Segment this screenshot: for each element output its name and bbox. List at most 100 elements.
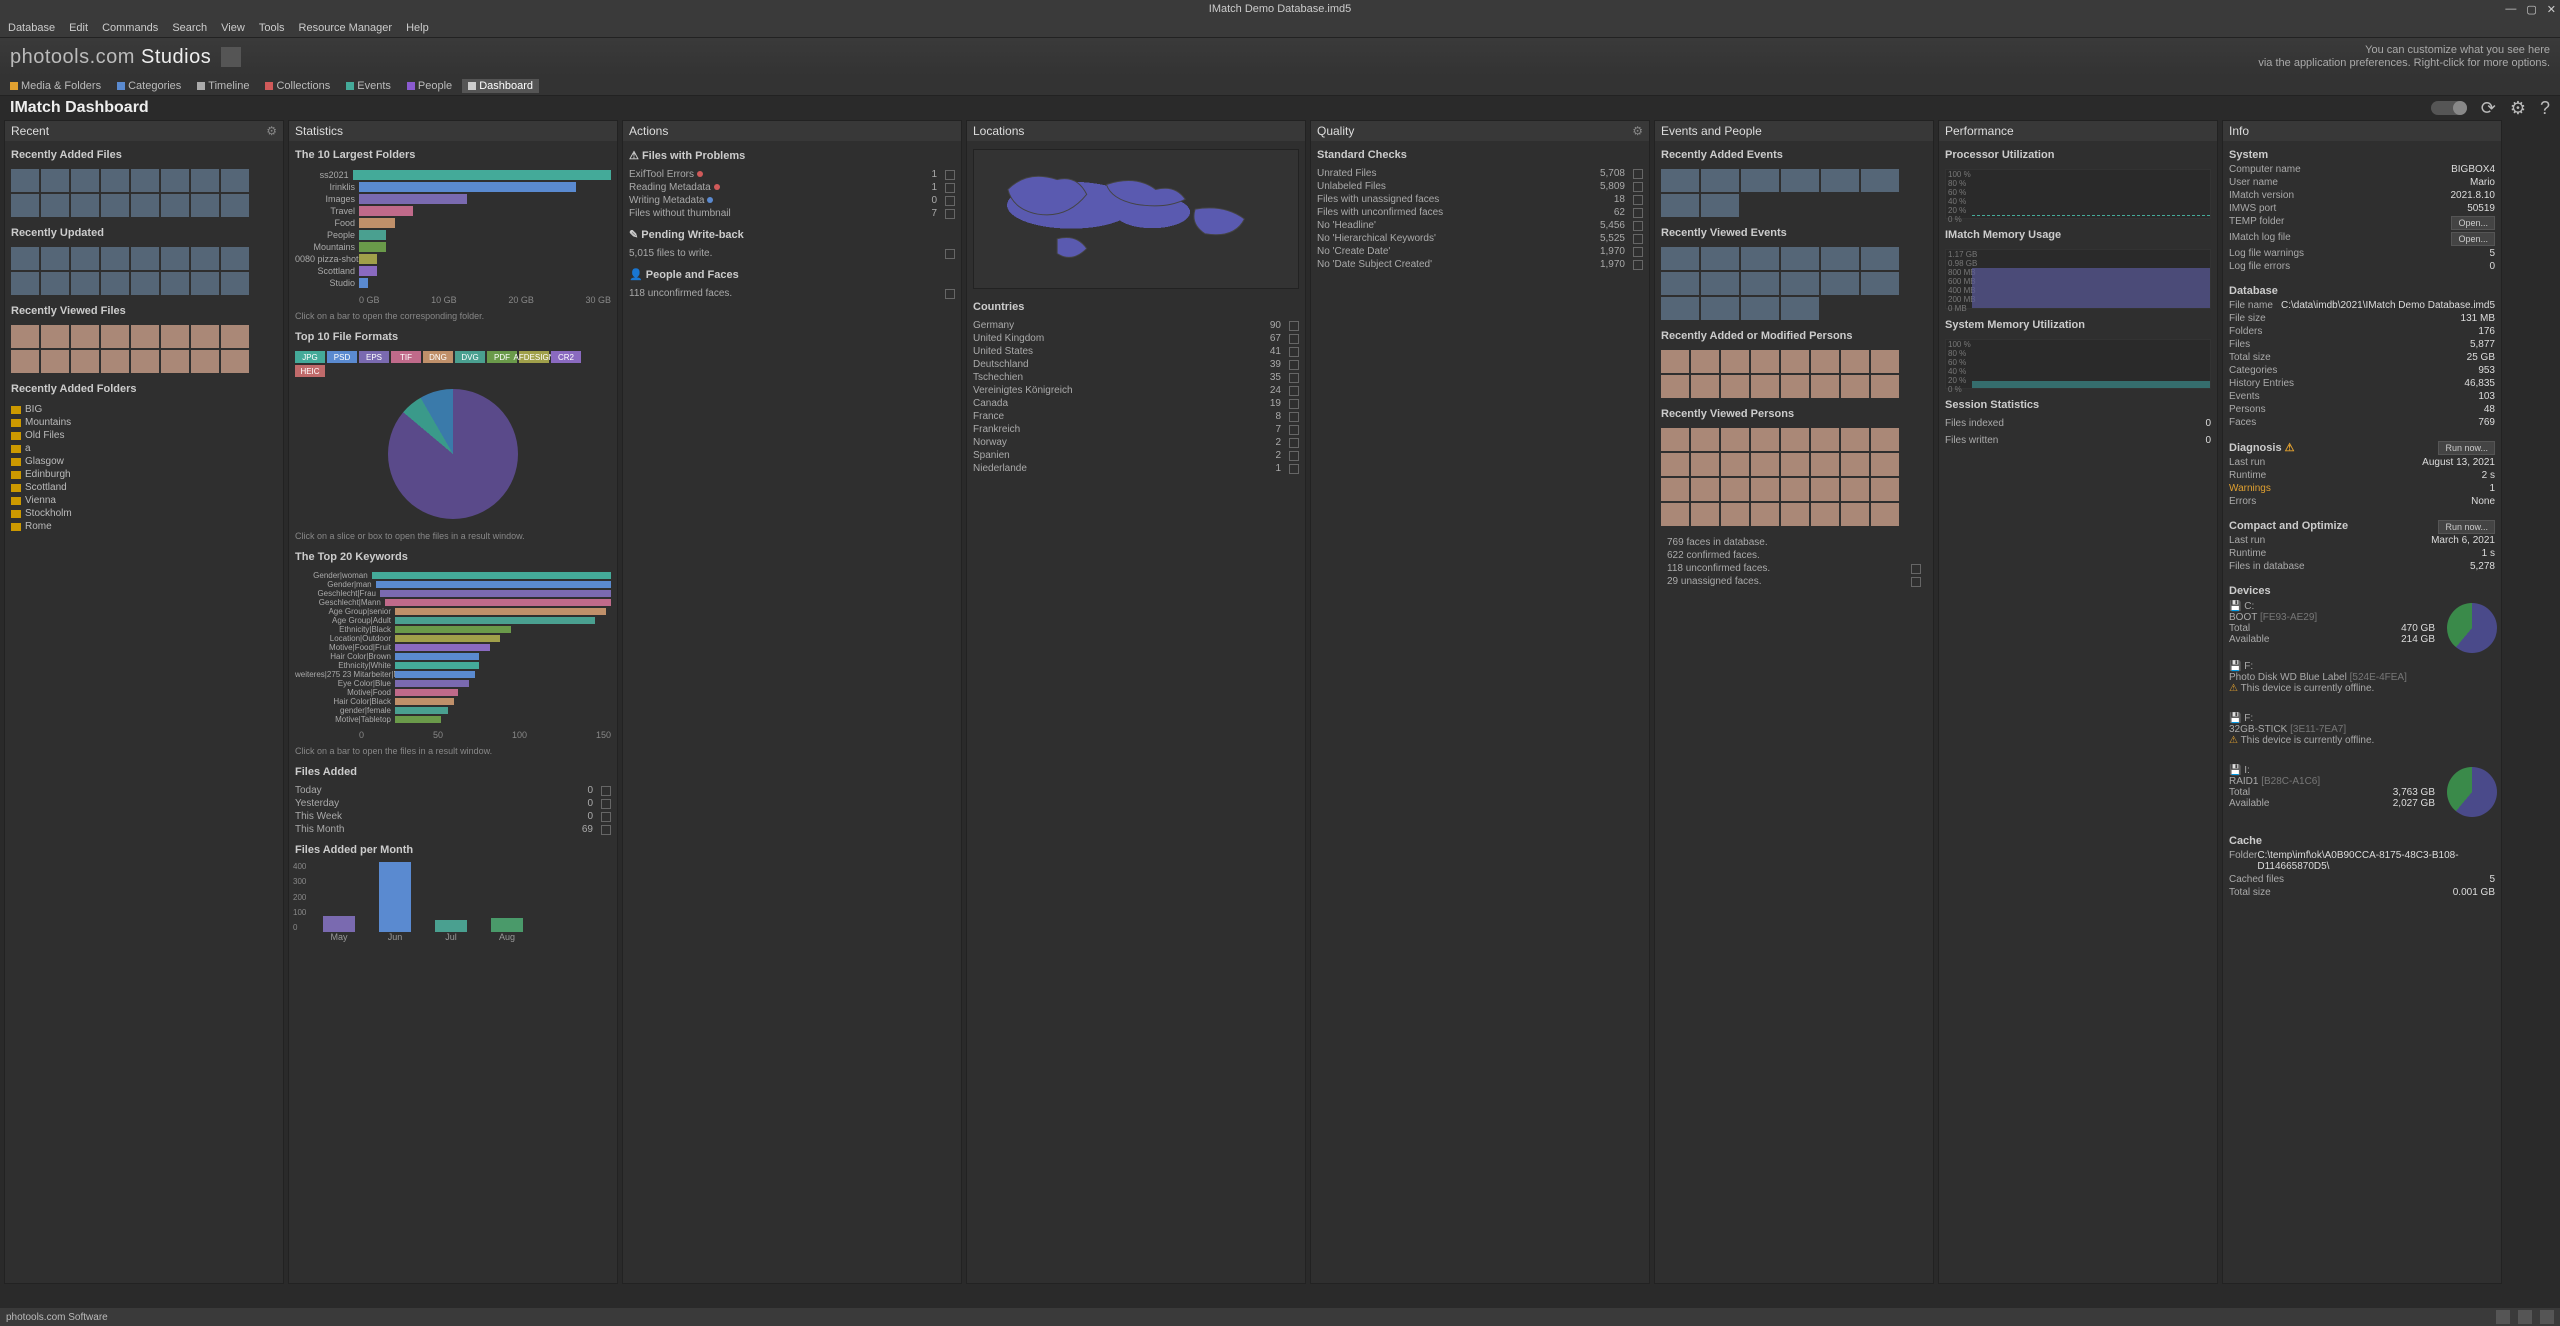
file-format-legend[interactable]: JPGPSDEPSTIFDNGDVGPDFAFDESIGNCR2HEIC — [289, 349, 617, 379]
thumbnail[interactable] — [1661, 169, 1699, 192]
thumbnail[interactable] — [221, 272, 249, 295]
external-link-icon[interactable] — [945, 170, 955, 180]
thumbnail[interactable] — [1661, 350, 1689, 373]
added-row[interactable]: This Month69 — [289, 823, 617, 836]
thumbnail[interactable] — [1871, 350, 1899, 373]
external-link-icon[interactable] — [1633, 234, 1643, 244]
thumbnail[interactable] — [1661, 194, 1699, 217]
folder-item[interactable]: Rome — [11, 520, 277, 533]
thumbnail[interactable] — [1741, 247, 1779, 270]
settings-icon[interactable]: ⚙ — [2510, 98, 2526, 119]
world-map[interactable] — [973, 149, 1299, 289]
refresh-icon[interactable]: ⟳ — [2481, 98, 2496, 119]
thumbnail[interactable] — [41, 194, 69, 217]
close-icon[interactable]: ✕ — [2547, 3, 2556, 16]
folder-item[interactable]: Scottland — [11, 481, 277, 494]
folder-item[interactable]: Edinburgh — [11, 468, 277, 481]
thumbnail[interactable] — [1781, 272, 1819, 295]
thumbnail[interactable] — [161, 325, 189, 348]
thumbnail[interactable] — [1691, 503, 1719, 526]
external-link-icon[interactable] — [1633, 195, 1643, 205]
thumbnail[interactable] — [11, 194, 39, 217]
thumbnail[interactable] — [11, 169, 39, 192]
menu-help[interactable]: Help — [406, 22, 429, 34]
country-row[interactable]: Canada19 — [967, 397, 1305, 410]
thumbnail[interactable] — [41, 247, 69, 270]
thumbnail[interactable] — [191, 272, 219, 295]
thumbnail[interactable] — [1811, 375, 1839, 398]
modified-persons-thumbs[interactable] — [1655, 348, 1933, 400]
external-link-icon[interactable] — [1289, 412, 1299, 422]
format-swatch[interactable]: PDF — [487, 351, 517, 363]
external-link-icon[interactable] — [1289, 334, 1299, 344]
external-link-icon[interactable] — [1633, 247, 1643, 257]
tab-events[interactable]: Events — [340, 79, 397, 93]
help-icon[interactable]: ? — [2540, 98, 2550, 119]
pending-writeback-row[interactable]: 5,015 files to write. — [623, 247, 961, 260]
thumbnail[interactable] — [1701, 297, 1739, 320]
tab-media-folders[interactable]: Media & Folders — [4, 79, 107, 93]
thumbnail[interactable] — [1861, 247, 1899, 270]
thumbnail[interactable] — [1661, 272, 1699, 295]
external-link-icon[interactable] — [1289, 438, 1299, 448]
thumbnail[interactable] — [1781, 247, 1819, 270]
tab-dashboard[interactable]: Dashboard — [462, 79, 539, 93]
thumbnail[interactable] — [11, 325, 39, 348]
format-swatch[interactable]: HEIC — [295, 365, 325, 377]
open-button[interactable]: Open... — [2451, 216, 2495, 230]
thumbnail[interactable] — [1781, 478, 1809, 501]
quality-row[interactable]: Files with unconfirmed faces62 — [1311, 206, 1649, 219]
folder-item[interactable]: Stockholm — [11, 507, 277, 520]
thumbnail[interactable] — [1861, 272, 1899, 295]
recent-updated-thumbs[interactable] — [5, 245, 283, 297]
format-swatch[interactable]: PSD — [327, 351, 357, 363]
thumbnail[interactable] — [101, 247, 129, 270]
status-icon[interactable] — [2540, 1310, 2554, 1324]
thumbnail[interactable] — [131, 194, 159, 217]
thumbnail[interactable] — [1701, 169, 1739, 192]
thumbnail[interactable] — [1811, 428, 1839, 451]
thumbnail[interactable] — [41, 350, 69, 373]
thumbnail[interactable] — [1811, 350, 1839, 373]
thumbnail[interactable] — [1781, 375, 1809, 398]
keywords-chart[interactable]: Gender|womanGender|manGeschlecht|FrauGes… — [289, 569, 617, 726]
external-link-icon[interactable] — [1633, 260, 1643, 270]
external-link-icon[interactable] — [1289, 386, 1299, 396]
country-row[interactable]: Norway2 — [967, 436, 1305, 449]
thumbnail[interactable] — [11, 272, 39, 295]
thumbnail[interactable] — [71, 169, 99, 192]
thumbnail[interactable] — [161, 169, 189, 192]
thumbnail[interactable] — [191, 247, 219, 270]
open-button[interactable]: Open... — [2451, 232, 2495, 246]
thumbnail[interactable] — [1821, 272, 1859, 295]
external-link-icon[interactable] — [601, 812, 611, 822]
unconfirmed-faces-row[interactable]: 118 unconfirmed faces. — [623, 287, 961, 300]
thumbnail[interactable] — [1781, 297, 1819, 320]
thumbnail[interactable] — [1751, 478, 1779, 501]
thumbnail[interactable] — [41, 169, 69, 192]
external-link-icon[interactable] — [601, 825, 611, 835]
thumbnail[interactable] — [1691, 375, 1719, 398]
thumbnail[interactable] — [1721, 453, 1749, 476]
thumbnail[interactable] — [221, 325, 249, 348]
thumbnail[interactable] — [1781, 350, 1809, 373]
format-swatch[interactable]: EPS — [359, 351, 389, 363]
thumbnail[interactable] — [221, 350, 249, 373]
tab-timeline[interactable]: Timeline — [191, 79, 255, 93]
country-row[interactable]: Deutschland39 — [967, 358, 1305, 371]
folder-item[interactable]: Glasgow — [11, 455, 277, 468]
external-link-icon[interactable] — [945, 196, 955, 206]
thumbnail[interactable] — [1691, 478, 1719, 501]
thumbnail[interactable] — [221, 194, 249, 217]
quality-row[interactable]: No 'Create Date'1,970 — [1311, 245, 1649, 258]
status-icon[interactable] — [2518, 1310, 2532, 1324]
country-row[interactable]: United States41 — [967, 345, 1305, 358]
thumbnail[interactable] — [1661, 478, 1689, 501]
status-icon[interactable] — [2496, 1310, 2510, 1324]
external-link-icon[interactable] — [601, 799, 611, 809]
thumbnail[interactable] — [131, 169, 159, 192]
thumbnail[interactable] — [11, 247, 39, 270]
thumbnail[interactable] — [1841, 453, 1869, 476]
thumbnail[interactable] — [131, 350, 159, 373]
external-link-icon[interactable] — [1911, 577, 1921, 587]
